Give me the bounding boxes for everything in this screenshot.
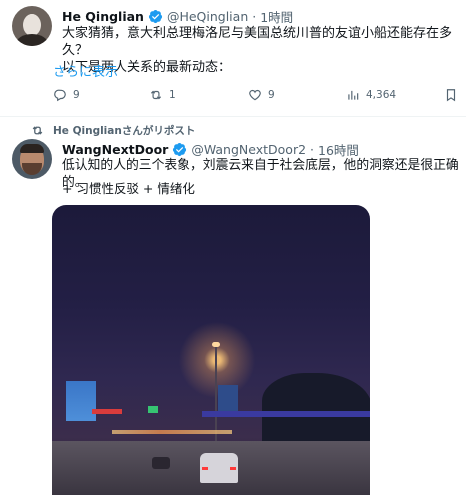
bookmark-button[interactable] — [444, 88, 464, 102]
street-light-glow — [172, 315, 262, 405]
tweet-tags: + 习惯性反驳 + 情绪化 — [62, 181, 195, 196]
author-name[interactable]: He Qinglian — [62, 9, 144, 24]
reply-icon — [54, 89, 66, 102]
author-handle[interactable]: @WangNextDoor2 — [191, 142, 306, 157]
heart-icon — [249, 89, 261, 101]
tweet-header: He Qinglian @HeQinglian · 1時間 — [62, 7, 293, 26]
verified-badge-icon — [148, 9, 163, 24]
timestamp[interactable]: 1時間 — [260, 7, 293, 26]
reply-count: 9 — [73, 89, 80, 101]
views-icon — [348, 90, 359, 100]
red-sign — [92, 409, 122, 414]
video-thumbnail[interactable] — [52, 205, 370, 495]
city-lights — [112, 430, 232, 434]
green-sign — [148, 406, 158, 413]
trees — [262, 373, 370, 443]
verified-badge-icon — [173, 142, 187, 157]
tweet-text: 大家猜猜，意大利总理梅洛尼与美国总统川普的友谊小船还能存在多久？ 以下是两人关系… — [62, 25, 460, 76]
like-count: 9 — [268, 89, 275, 101]
action-bar: 9 1 9 4,364 — [53, 88, 458, 106]
avatar-beard — [22, 163, 42, 175]
bridge — [202, 411, 370, 417]
bookmark-icon — [446, 89, 456, 102]
author-name[interactable]: WangNextDoor — [62, 142, 168, 157]
tweet-text-line: 以下是两人关系的最新动态： — [62, 60, 232, 75]
views-button[interactable]: 4,364 — [346, 88, 396, 102]
repost-button[interactable]: 1 — [149, 88, 176, 102]
tweet-1[interactable]: He Qinglian @HeQinglian · 1時間 大家猜猜，意大利总理… — [0, 0, 466, 117]
separator-dot: · — [310, 142, 315, 157]
building — [66, 381, 96, 421]
avatar-face — [23, 14, 41, 36]
avatar-body — [16, 34, 48, 46]
street-lamp — [212, 342, 220, 347]
repost-count: 1 — [169, 89, 176, 101]
show-more-link[interactable]: さらに表示 — [53, 61, 118, 80]
separator-dot: · — [252, 9, 257, 24]
tail-light — [202, 467, 208, 470]
like-button[interactable]: 9 — [248, 88, 275, 102]
avatar[interactable] — [12, 139, 52, 179]
tail-light — [230, 467, 236, 470]
car — [152, 457, 170, 469]
author-handle[interactable]: @HeQinglian — [167, 9, 248, 24]
avatar-hair — [20, 144, 44, 153]
views-count: 4,364 — [366, 89, 397, 101]
reply-button[interactable]: 9 — [53, 88, 80, 102]
avatar[interactable] — [12, 6, 52, 46]
repost-icon — [150, 90, 162, 100]
tweet-text-line: 大家猜猜，意大利总理梅洛尼与美国总统川普的友谊小船还能存在多久？ — [62, 26, 453, 58]
